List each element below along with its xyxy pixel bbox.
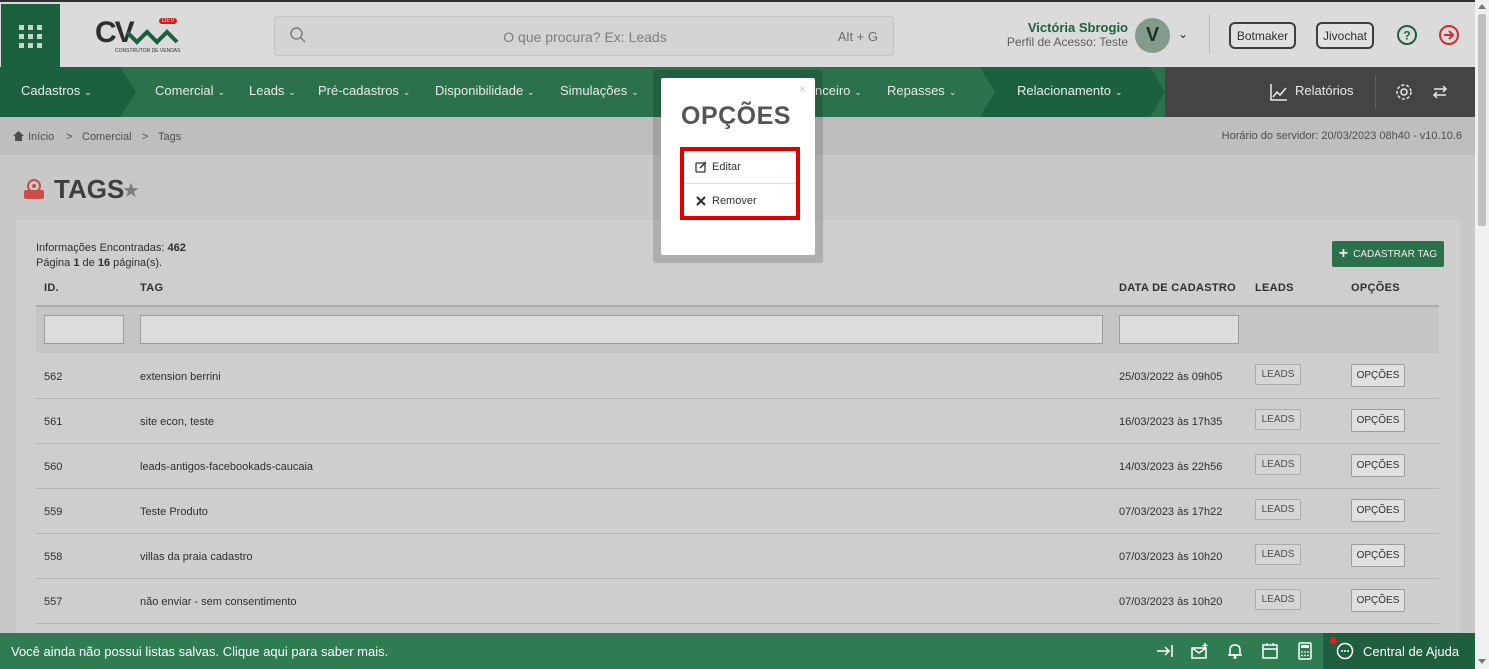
modal-title: OPÇÕES bbox=[681, 102, 791, 130]
arrow-to-right-icon[interactable] bbox=[1156, 642, 1174, 660]
calculator-icon[interactable] bbox=[1296, 642, 1314, 660]
help-center-label: Central de Ajuda bbox=[1363, 644, 1460, 659]
bell-icon[interactable] bbox=[1226, 642, 1244, 660]
modal-options-list: Editar Remover bbox=[680, 147, 800, 220]
scroll-up-arrow[interactable] bbox=[1478, 4, 1486, 9]
close-icon[interactable]: × bbox=[799, 82, 806, 96]
edit-option[interactable]: Editar bbox=[684, 151, 796, 184]
footer-bar: Você ainda não possui listas salvas. Cli… bbox=[0, 633, 1475, 669]
notification-dot bbox=[1330, 637, 1337, 644]
remove-option[interactable]: Remover bbox=[684, 184, 796, 217]
calendar-icon[interactable] bbox=[1261, 642, 1279, 660]
scroll-down-arrow[interactable] bbox=[1478, 659, 1486, 664]
scrollbar-thumb[interactable] bbox=[1478, 14, 1486, 226]
x-icon bbox=[696, 195, 706, 206]
saved-lists-message[interactable]: Você ainda não possui listas salvas. Cli… bbox=[11, 644, 388, 659]
edit-icon bbox=[695, 161, 707, 173]
chat-icon bbox=[1336, 642, 1354, 660]
mail-add-icon[interactable] bbox=[1191, 642, 1209, 660]
